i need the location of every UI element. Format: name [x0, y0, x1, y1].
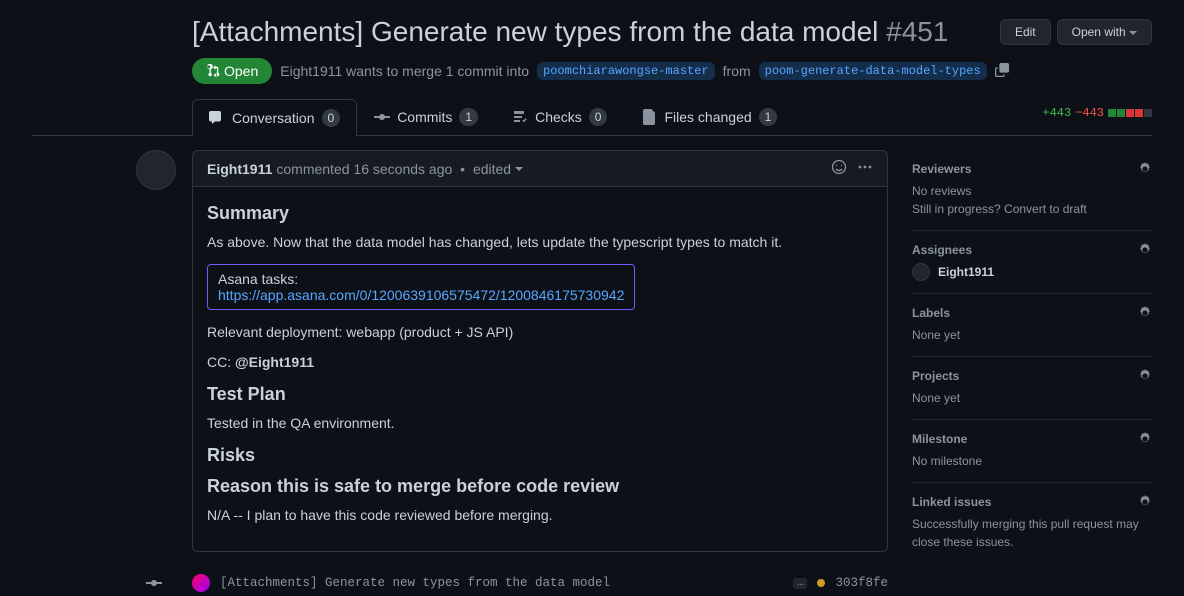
commit-row[interactable]: [Attachments] Generate new types from th…: [192, 570, 888, 596]
comment-author[interactable]: Eight1911: [207, 161, 272, 177]
gear-icon[interactable]: [1138, 243, 1152, 257]
reviewers-text: No reviews: [912, 182, 1152, 200]
diff-blocks: [1108, 109, 1152, 117]
commit-avatar[interactable]: [192, 574, 210, 592]
assignees-title: Assignees: [912, 243, 972, 257]
reason-heading: Reason this is safe to merge before code…: [207, 476, 873, 497]
tab-checks-count: 0: [589, 108, 608, 126]
from-text: from: [723, 63, 751, 79]
tab-files-changed[interactable]: Files changed 1: [624, 98, 794, 135]
reviewers-title: Reviewers: [912, 162, 971, 176]
comment-body: Summary As above. Now that the data mode…: [193, 187, 887, 551]
sidebar-labels: Labels None yet: [912, 294, 1152, 357]
tab-files-count: 1: [759, 108, 778, 126]
gear-icon[interactable]: [1138, 495, 1152, 509]
comment-header: Eight1911 commented 16 seconds ago • edi…: [193, 151, 887, 187]
projects-text: None yet: [912, 389, 1152, 407]
milestone-text: No milestone: [912, 452, 1152, 470]
summary-text: As above. Now that the data model has ch…: [207, 234, 873, 250]
linked-issues-text: Successfully merging this pull request m…: [912, 515, 1152, 551]
assignee-name: Eight1911: [938, 265, 994, 279]
tab-files-label: Files changed: [664, 109, 751, 125]
milestone-title: Milestone: [912, 432, 967, 446]
assignee-avatar: [912, 263, 930, 281]
asana-tasks-box: Asana tasks: https://app.asana.com/0/120…: [207, 264, 635, 310]
assignee-row[interactable]: Eight1911: [912, 263, 1152, 281]
git-commit-icon: [374, 109, 390, 125]
tab-checks-label: Checks: [535, 109, 582, 125]
cc-mention[interactable]: @Eight1911: [235, 354, 314, 370]
file-diff-icon: [641, 109, 657, 125]
pr-author[interactable]: Eight1911: [280, 63, 342, 79]
gear-icon[interactable]: [1138, 369, 1152, 383]
merge-action-text: wants to merge 1 commit into: [346, 63, 529, 79]
commit-sha[interactable]: 303f8fe: [835, 576, 888, 590]
chevron-down-icon: [1129, 31, 1137, 35]
sidebar-assignees: Assignees Eight1911: [912, 231, 1152, 294]
reason-text: N/A -- I plan to have this code reviewed…: [207, 507, 873, 523]
tab-commits-count: 1: [459, 108, 478, 126]
open-with-button[interactable]: Open with: [1057, 19, 1152, 45]
summary-heading: Summary: [207, 203, 873, 224]
diffstat: +443 −443: [1042, 106, 1152, 120]
sidebar-linked-issues: Linked issues Successfully merging this …: [912, 483, 1152, 563]
gear-icon[interactable]: [1138, 306, 1152, 320]
projects-title: Projects: [912, 369, 959, 383]
commit-message[interactable]: [Attachments] Generate new types from th…: [220, 576, 783, 590]
risks-heading: Risks: [207, 445, 873, 466]
diff-additions: +443: [1042, 106, 1071, 120]
sidebar-reviewers: Reviewers No reviews Still in progress? …: [912, 150, 1152, 231]
linked-issues-title: Linked issues: [912, 495, 991, 509]
head-branch[interactable]: poom-generate-data-model-types: [759, 62, 987, 80]
diff-deletions: −443: [1075, 106, 1104, 120]
emoji-icon[interactable]: [831, 159, 847, 178]
status-pending-icon[interactable]: [817, 579, 825, 587]
testplan-text: Tested in the QA environment.: [207, 415, 873, 431]
tab-commits-label: Commits: [397, 109, 452, 125]
labels-text: None yet: [912, 326, 1152, 344]
sidebar-projects: Projects None yet: [912, 357, 1152, 420]
chevron-down-icon: [515, 167, 523, 171]
convert-to-draft-link[interactable]: Still in progress? Convert to draft: [912, 200, 1152, 218]
base-branch[interactable]: poomchiarawongse-master: [537, 62, 715, 80]
testplan-heading: Test Plan: [207, 384, 873, 405]
avatar[interactable]: [136, 150, 176, 190]
comment-box: Eight1911 commented 16 seconds ago • edi…: [192, 150, 888, 552]
pr-number: #451: [886, 16, 948, 47]
tab-commits[interactable]: Commits 1: [357, 98, 495, 135]
merge-description: Eight1911 wants to merge 1 commit into: [280, 63, 529, 79]
cc-line: CC: @Eight1911: [207, 354, 873, 370]
state-badge-open: Open: [192, 58, 272, 84]
gear-icon[interactable]: [1138, 432, 1152, 446]
copy-icon[interactable]: [995, 63, 1009, 80]
page-title: [Attachments] Generate new types from th…: [32, 16, 992, 48]
open-with-label: Open with: [1072, 25, 1126, 39]
asana-link[interactable]: https://app.asana.com/0/1200639106575472…: [218, 287, 624, 303]
comment-discussion-icon: [209, 110, 225, 126]
tab-checks[interactable]: Checks 0: [495, 98, 624, 135]
asana-label: Asana tasks:: [218, 271, 624, 287]
state-text: Open: [224, 63, 258, 79]
sidebar-milestone: Milestone No milestone: [912, 420, 1152, 483]
git-commit-icon: [146, 575, 162, 591]
ellipsis-icon[interactable]: …: [793, 578, 807, 589]
checklist-icon: [512, 109, 528, 125]
tab-conversation[interactable]: Conversation 0: [192, 99, 357, 136]
deployment-text: Relevant deployment: webapp (product + J…: [207, 324, 873, 340]
git-pull-request-icon: [206, 64, 220, 78]
labels-title: Labels: [912, 306, 950, 320]
pr-title-text: [Attachments] Generate new types from th…: [192, 16, 878, 47]
gear-icon[interactable]: [1138, 162, 1152, 176]
tab-conversation-label: Conversation: [232, 110, 315, 126]
kebab-icon[interactable]: [857, 159, 873, 178]
comment-timestamp: commented 16 seconds ago: [276, 161, 452, 177]
edit-button[interactable]: Edit: [1000, 19, 1051, 45]
edited-indicator[interactable]: • edited: [456, 161, 523, 177]
tab-conversation-count: 0: [322, 109, 341, 127]
